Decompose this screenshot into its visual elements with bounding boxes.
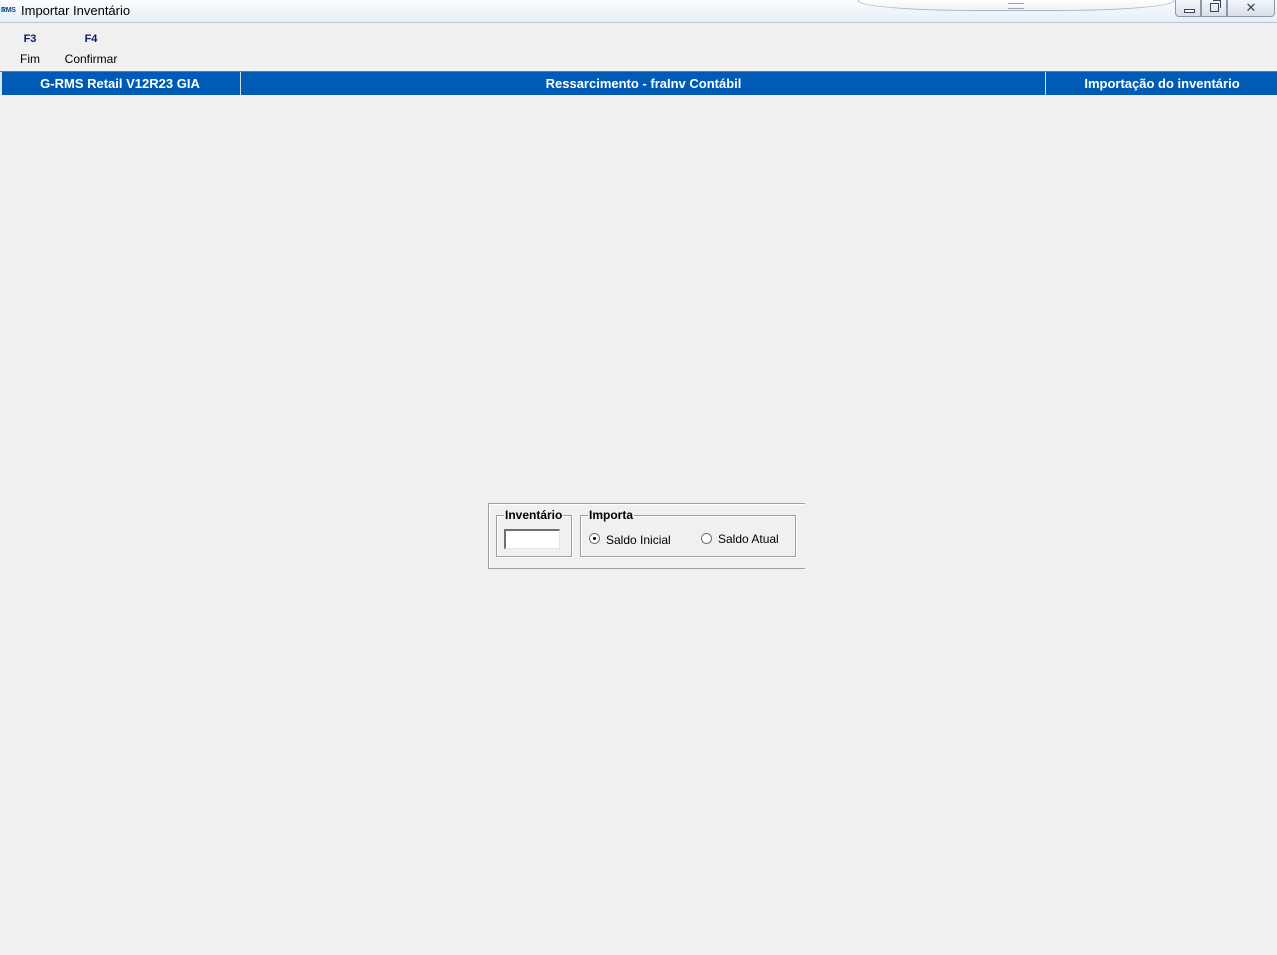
confirmar-button[interactable]: F4 Confirmar [60, 32, 122, 66]
fkey-code: F3 [23, 33, 37, 45]
grip-icon [1008, 3, 1024, 9]
rms-app-icon: RMS [1, 7, 16, 14]
restore-button[interactable] [1201, 0, 1227, 17]
header-divider [1045, 72, 1046, 95]
importa-legend: Importa [588, 508, 635, 522]
header-divider [240, 72, 241, 95]
module-name: Ressarcimento - fraInv Contábil [545, 76, 742, 91]
radio-unselected-icon [701, 533, 712, 544]
fim-button[interactable]: F3 Fim [14, 32, 46, 66]
minimize-button[interactable] [1175, 0, 1201, 17]
close-button[interactable]: ✕ [1227, 0, 1275, 17]
fkey-label: Confirmar [64, 52, 118, 66]
close-icon: ✕ [1245, 0, 1257, 15]
window-title: Importar Inventário [21, 3, 131, 18]
header-band: G-RMS Retail V12R23 GIA Ressarcimento - … [0, 71, 1277, 95]
app-window: RMS Importar Inventário ✕ F3 Fim F4 Conf… [0, 0, 1277, 955]
saldo-inicial-label: Saldo Inicial [606, 533, 671, 547]
screen-name: Importação do inventário [1084, 76, 1240, 91]
fkey-label: Fim [20, 52, 40, 66]
inventario-input[interactable] [504, 529, 560, 549]
title-bar[interactable]: RMS Importar Inventário ✕ [0, 0, 1277, 23]
fkey-code: F4 [84, 33, 98, 45]
saldo-atual-label: Saldo Atual [718, 532, 779, 546]
radio-dot-icon [593, 537, 596, 540]
radio-selected-icon [589, 533, 600, 544]
inventario-legend: Inventário [504, 508, 564, 522]
restore-icon [1210, 0, 1221, 12]
system-name: G-RMS Retail V12R23 GIA [40, 76, 200, 91]
minimize-icon [1184, 9, 1195, 13]
